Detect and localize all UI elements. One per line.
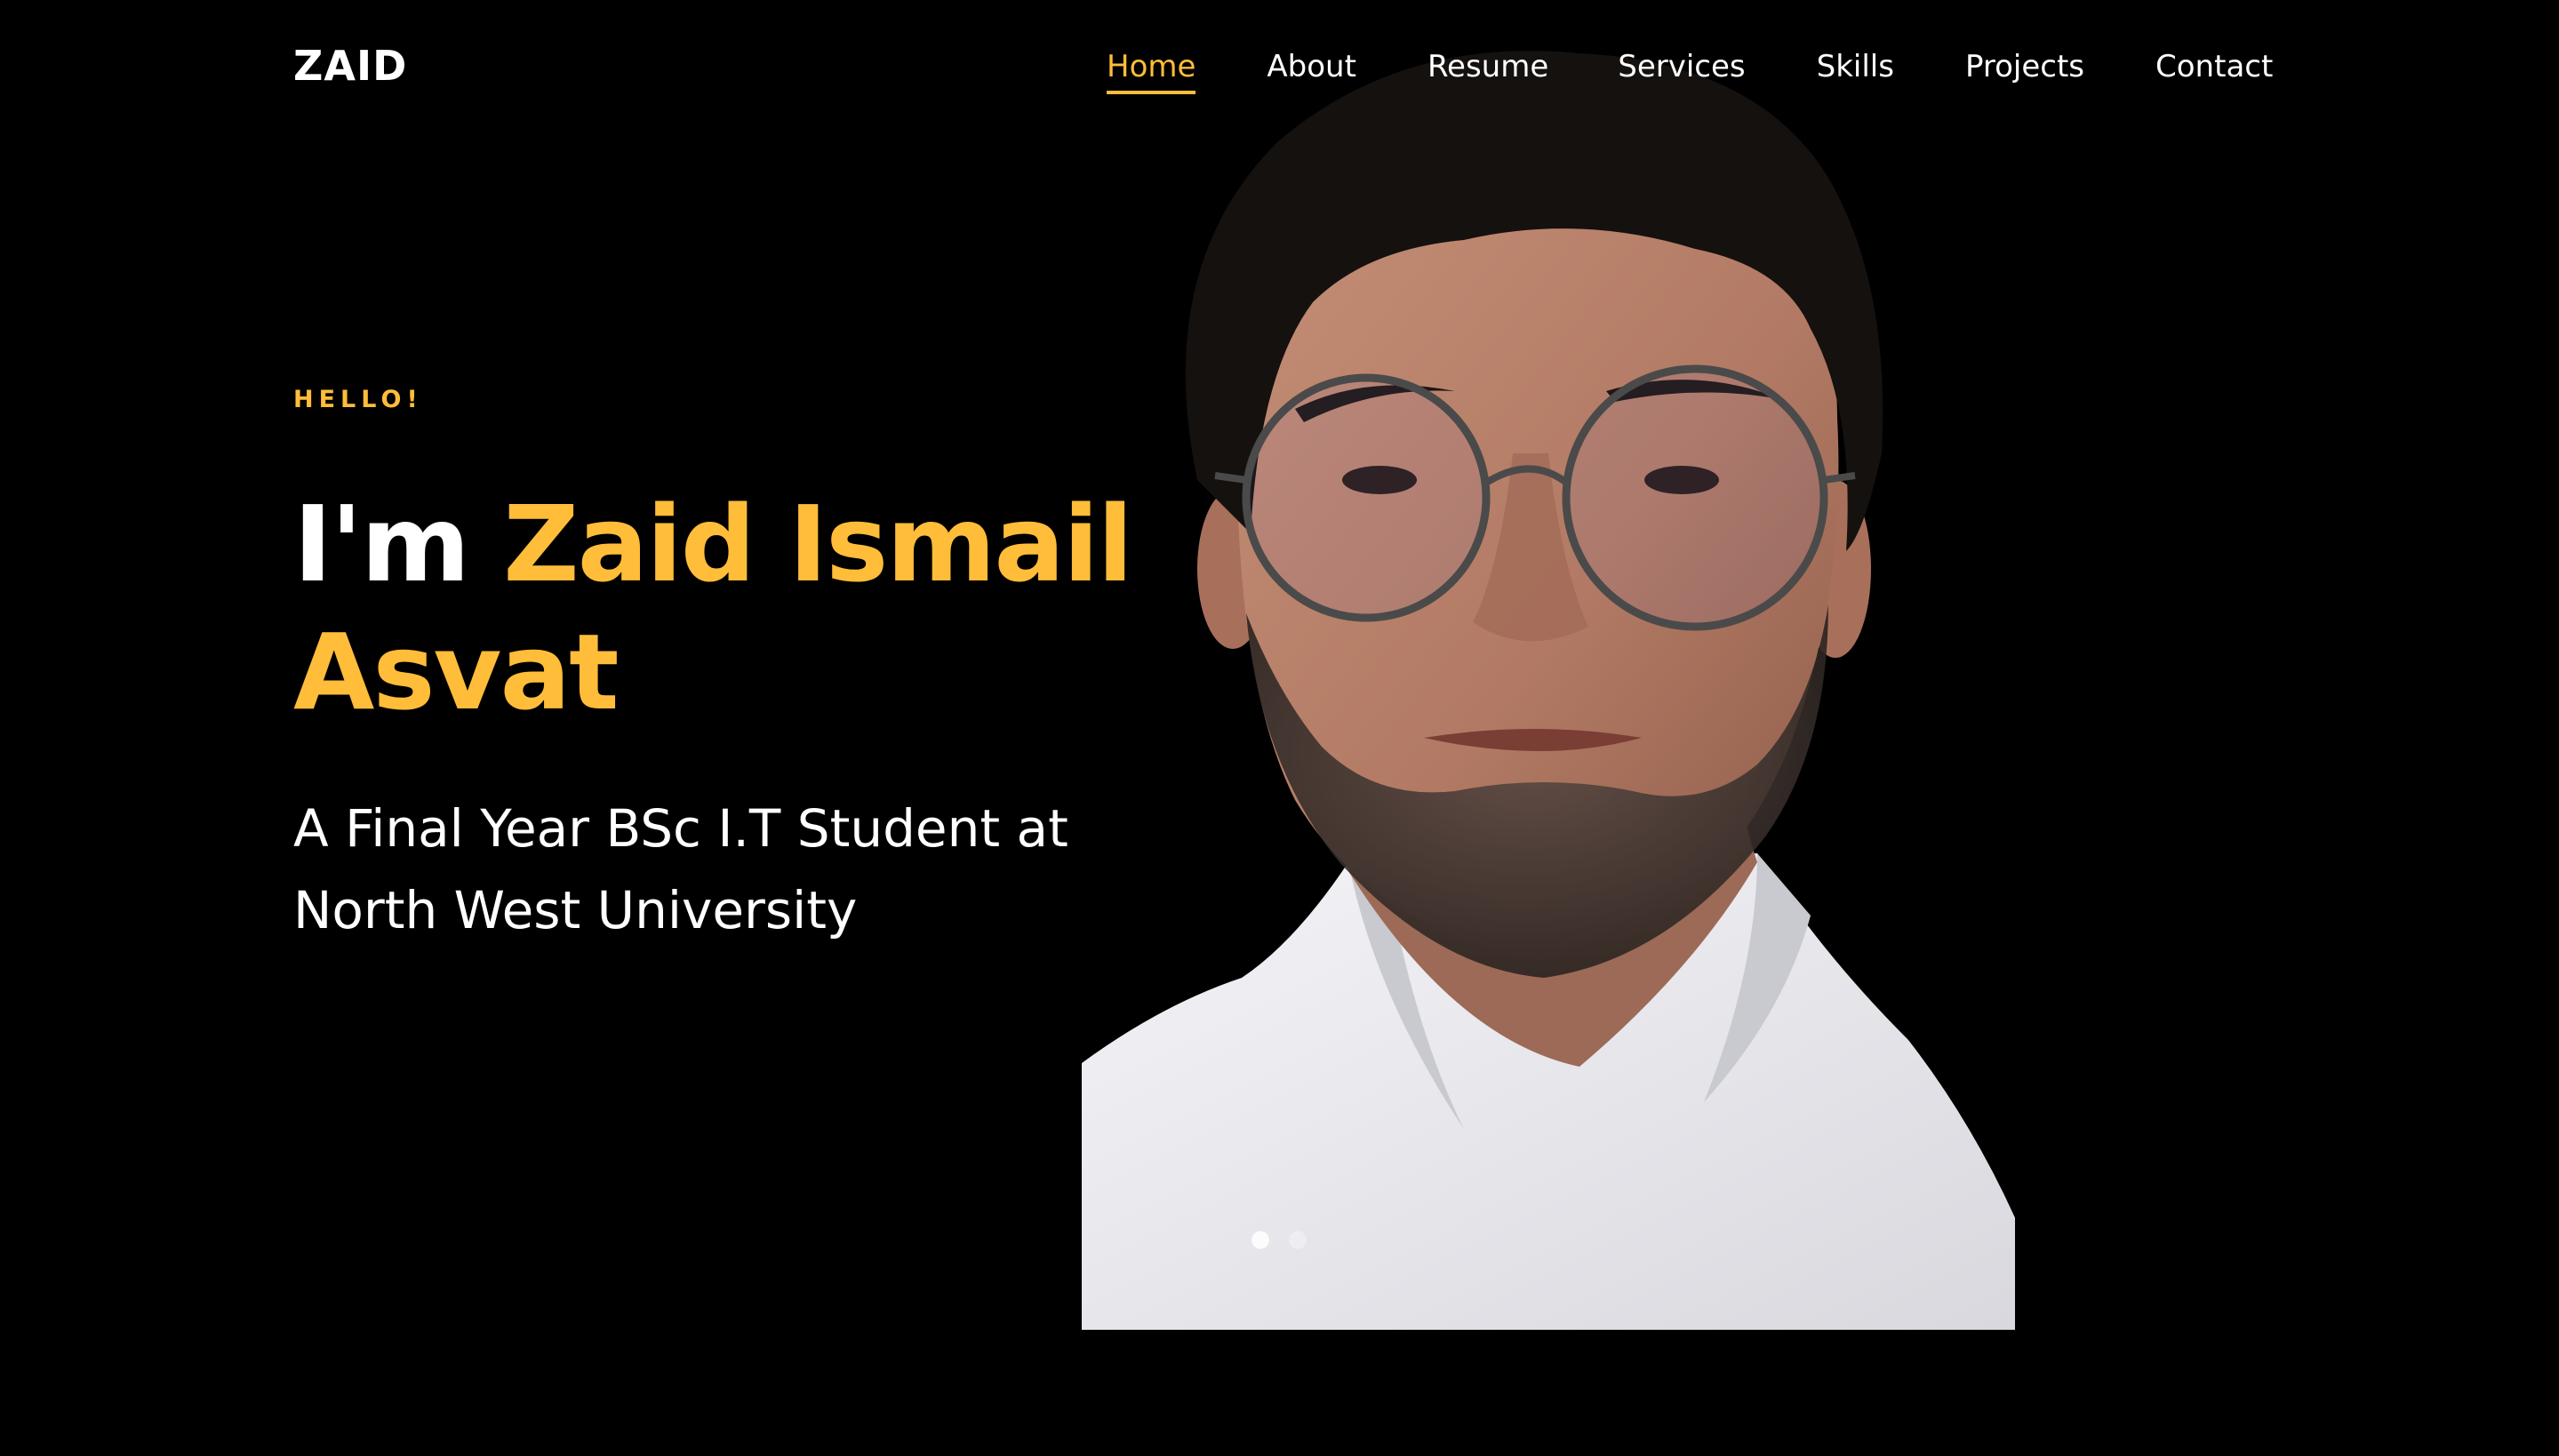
slider-dot-2[interactable]	[1289, 1231, 1307, 1249]
hero-section: HELLO! I'm Zaid Ismail Asvat A Final Yea…	[293, 373, 1164, 951]
hero-subheading: HELLO!	[293, 386, 423, 413]
hero-title: I'm Zaid Ismail Asvat	[293, 480, 1164, 736]
nav-item-resume[interactable]: Resume	[1427, 43, 1548, 91]
nav-menu: Home About Resume Services Skills Projec…	[1107, 43, 2273, 94]
navbar: ZAID Home About Resume Services Skills P…	[0, 0, 2559, 133]
nav-item-services[interactable]: Services	[1618, 43, 1745, 91]
nav-item-contact[interactable]: Contact	[2155, 43, 2273, 91]
slider-dots	[1252, 1231, 1326, 1249]
nav-item-home[interactable]: Home	[1107, 43, 1196, 94]
hero-greeting: I'm	[293, 483, 470, 605]
brand-logo[interactable]: ZAID	[293, 39, 407, 92]
nav-item-skills[interactable]: Skills	[1817, 43, 1894, 91]
slider-dot-1[interactable]	[1252, 1231, 1269, 1249]
nav-item-about[interactable]: About	[1267, 43, 1356, 91]
profile-portrait	[1082, 51, 2015, 1330]
nav-item-projects[interactable]: Projects	[1965, 43, 2084, 91]
hero-tagline: A Final Year BSc I.T Student at North We…	[293, 798, 1068, 940]
